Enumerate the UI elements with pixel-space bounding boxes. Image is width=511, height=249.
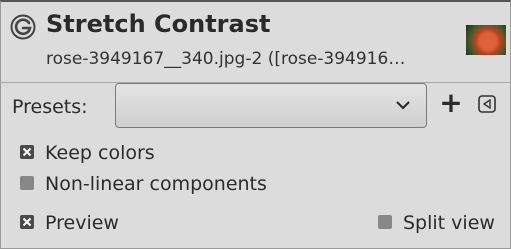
dialog-subtitle: rose-3949167__340.jpg-2 ([rose-394916… (46, 49, 406, 69)
keep-colors-label: Keep colors (45, 142, 155, 164)
add-preset-button[interactable]: + (438, 89, 464, 117)
presets-menu-icon[interactable] (478, 95, 496, 113)
presets-label: Presets: (12, 96, 88, 118)
preview-label: Preview (45, 212, 119, 234)
gimp-icon (10, 14, 36, 40)
dialog-header: Stretch Contrast rose-3949167__340.jpg-2… (0, 2, 511, 82)
split-view-label: Split view (403, 212, 495, 234)
checkbox-checked-icon (20, 144, 34, 159)
non-linear-checkbox[interactable]: Non-linear components (20, 173, 267, 195)
keep-colors-checkbox[interactable]: Keep colors (20, 142, 155, 164)
preview-checkbox[interactable]: Preview (20, 212, 119, 234)
checkbox-unchecked-icon (20, 175, 34, 190)
split-view-checkbox[interactable]: Split view (378, 212, 495, 234)
checkbox-unchecked-icon (378, 214, 392, 229)
chevron-down-icon (396, 101, 410, 110)
presets-combobox[interactable] (115, 83, 427, 128)
checkbox-checked-icon (20, 214, 34, 229)
image-thumbnail (466, 25, 506, 55)
dialog-title: Stretch Contrast (46, 10, 271, 38)
non-linear-label: Non-linear components (45, 173, 267, 195)
